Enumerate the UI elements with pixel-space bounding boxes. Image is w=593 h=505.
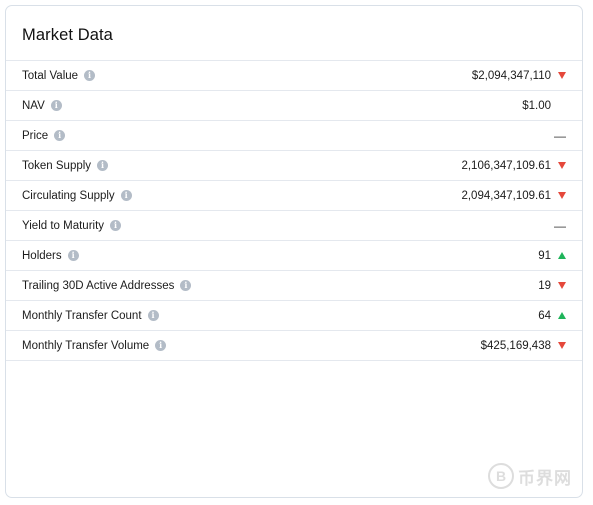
row-value-group: 19 (538, 271, 566, 300)
row-value-group: $2,094,347,110 (472, 61, 566, 90)
row-value-group: $1.00 (522, 91, 566, 120)
card-title: Market Data (22, 26, 113, 44)
row-value: 19 (538, 279, 551, 292)
triangle-down-icon (557, 281, 566, 291)
card-header: Market Data (6, 6, 582, 61)
triangle-down-icon (557, 341, 566, 351)
market-data-row: Yield to Maturity i — (6, 211, 582, 241)
triangle-down-icon (557, 191, 566, 201)
info-icon[interactable]: i (54, 130, 66, 141)
watermark: B 币界网 (488, 463, 572, 489)
watermark-logo: B (488, 463, 514, 489)
row-value-group: 2,106,347,109.61 (461, 151, 566, 180)
triangle-down-icon (557, 161, 566, 171)
row-label: Token Supply (22, 159, 92, 172)
market-data-row: Monthly Transfer Volume i $425,169,438 (6, 331, 582, 361)
row-value: — (554, 218, 566, 233)
row-value-group: — (554, 121, 566, 150)
row-value: 64 (538, 309, 551, 322)
market-data-row: Monthly Transfer Count i 64 (6, 301, 582, 331)
market-data-row: Price i — (6, 121, 582, 151)
trend-placeholder (557, 101, 566, 111)
row-label: Circulating Supply (22, 189, 115, 202)
row-value-group: 91 (538, 241, 566, 270)
info-icon[interactable]: i (155, 340, 167, 351)
row-label: Total Value (22, 69, 79, 82)
info-icon[interactable]: i (97, 160, 109, 171)
market-data-row: Holders i 91 (6, 241, 582, 271)
row-value-group: 2,094,347,109.61 (461, 181, 566, 210)
market-data-row: Trailing 30D Active Addresses i 19 (6, 271, 582, 301)
row-label: Monthly Transfer Count (22, 309, 142, 322)
info-icon[interactable]: i (120, 190, 132, 201)
row-value: — (554, 128, 566, 143)
watermark-text: 币界网 (518, 468, 572, 488)
market-data-row: Token Supply i 2,106,347,109.61 (6, 151, 582, 181)
row-value: $1.00 (522, 99, 551, 112)
row-value: 91 (538, 249, 551, 262)
row-value: 2,094,347,109.61 (461, 189, 551, 202)
row-label: Holders (22, 249, 62, 262)
row-label: Trailing 30D Active Addresses (22, 279, 175, 292)
market-data-row: Total Value i $2,094,347,110 (6, 61, 582, 91)
market-data-row: Circulating Supply i 2,094,347,109.61 (6, 181, 582, 211)
row-label: Price (22, 129, 49, 142)
row-value: $425,169,438 (480, 339, 551, 352)
info-icon[interactable]: i (50, 100, 62, 111)
info-icon[interactable]: i (67, 250, 79, 261)
row-value-group: — (554, 211, 566, 240)
triangle-down-icon (557, 71, 566, 81)
row-value: $2,094,347,110 (471, 69, 551, 82)
info-icon[interactable]: i (180, 280, 192, 291)
row-value: 2,106,347,109.61 (461, 159, 551, 172)
row-label: NAV (22, 99, 45, 112)
row-label: Yield to Maturity (22, 219, 105, 232)
market-data-list: Total Value i $2,094,347,110 NAV i $1.00 Price… (6, 61, 582, 361)
row-value-group: 64 (538, 301, 566, 330)
row-label: Monthly Transfer Volume (22, 339, 150, 352)
triangle-up-icon (557, 311, 566, 321)
info-icon[interactable]: i (110, 220, 122, 231)
market-data-row: NAV i $1.00 (6, 91, 582, 121)
row-value-group: $425,169,438 (481, 331, 566, 360)
info-icon[interactable]: i (84, 70, 96, 81)
market-data-card: Market Data Total Value i $2,094,347,110 NA… (5, 5, 583, 498)
info-icon[interactable]: i (147, 310, 159, 321)
triangle-up-icon (557, 251, 566, 261)
